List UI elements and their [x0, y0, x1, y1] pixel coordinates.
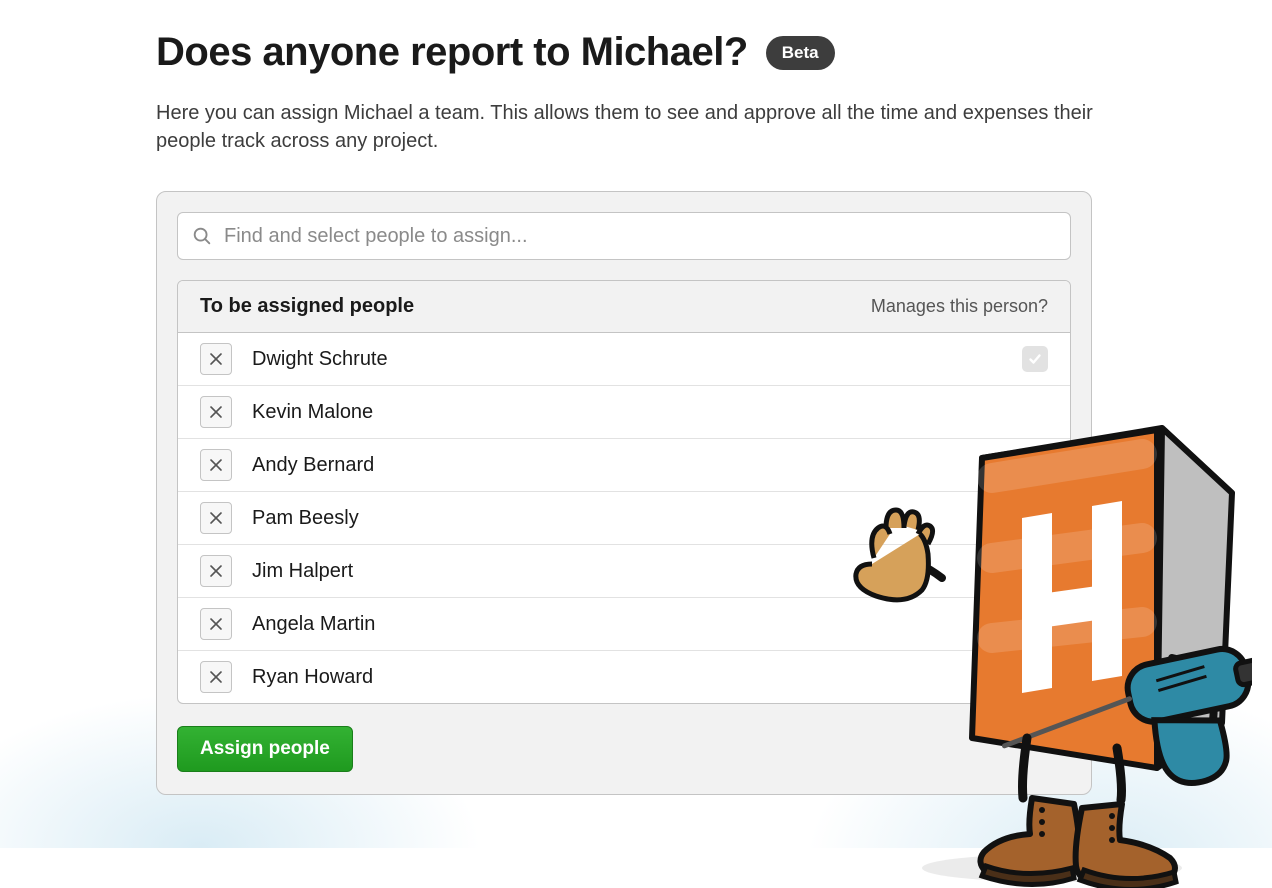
list-row: Ryan Howard: [178, 651, 1070, 703]
close-icon: [209, 352, 223, 366]
check-icon: [1028, 352, 1042, 366]
list-row: Jim Halpert: [178, 545, 1070, 598]
close-icon: [209, 405, 223, 419]
person-name: Jim Halpert: [252, 560, 1048, 583]
person-name: Kevin Malone: [252, 401, 1048, 424]
person-name: Dwight Schrute: [252, 348, 1022, 371]
remove-person-button[interactable]: [200, 555, 232, 587]
page-title: Does anyone report to Michael?: [156, 30, 748, 75]
close-icon: [209, 458, 223, 472]
person-name: Ryan Howard: [252, 666, 1048, 689]
beta-badge: Beta: [766, 36, 835, 70]
title-row: Does anyone report to Michael? Beta: [156, 30, 1116, 75]
person-name: Angela Martin: [252, 613, 1048, 636]
page-content: Does anyone report to Michael? Beta Here…: [0, 0, 1272, 795]
list-header: To be assigned people Manages this perso…: [178, 281, 1070, 333]
list-row: Dwight Schrute: [178, 333, 1070, 386]
list-row: Andy Bernard: [178, 439, 1070, 492]
manages-checkbox[interactable]: [1022, 346, 1048, 372]
close-icon: [209, 511, 223, 525]
remove-person-button[interactable]: [200, 449, 232, 481]
remove-person-button[interactable]: [200, 343, 232, 375]
close-icon: [209, 617, 223, 631]
search-wrap: [177, 212, 1071, 260]
assignment-list: To be assigned people Manages this perso…: [177, 280, 1071, 704]
list-row: Pam Beesly: [178, 492, 1070, 545]
list-header-left: To be assigned people: [200, 295, 414, 318]
page-subheading: Here you can assign Michael a team. This…: [156, 99, 1096, 155]
remove-person-button[interactable]: [200, 502, 232, 534]
list-row: Kevin Malone: [178, 386, 1070, 439]
list-row: Angela Martin: [178, 598, 1070, 651]
remove-person-button[interactable]: [200, 661, 232, 693]
person-name: Pam Beesly: [252, 507, 1048, 530]
close-icon: [209, 670, 223, 684]
person-name: Andy Bernard: [252, 454, 1048, 477]
search-people-input[interactable]: [177, 212, 1071, 260]
close-icon: [209, 564, 223, 578]
list-header-right: Manages this person?: [871, 296, 1048, 317]
assign-people-button[interactable]: Assign people: [177, 726, 353, 772]
remove-person-button[interactable]: [200, 396, 232, 428]
remove-person-button[interactable]: [200, 608, 232, 640]
assignment-panel: To be assigned people Manages this perso…: [156, 191, 1092, 795]
